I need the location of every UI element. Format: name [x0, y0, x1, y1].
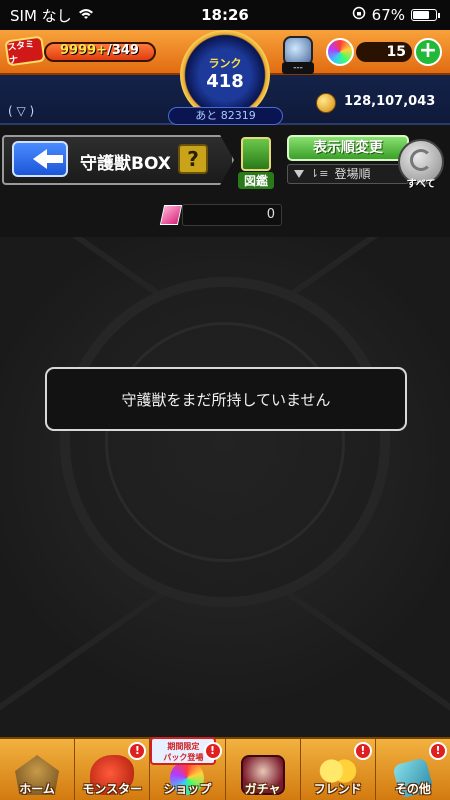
orientation-lock-icon — [352, 6, 366, 24]
status-left: SIM なし — [10, 5, 160, 26]
back-button[interactable] — [12, 141, 68, 177]
stamina-text: 9999+/349 — [60, 43, 139, 58]
stamina-max: /349 — [107, 43, 139, 58]
help-button[interactable]: ? — [178, 144, 208, 174]
top-hud: スタミナ 9999+/349 --- 15 + ランク 418 あと 82319… — [0, 30, 450, 125]
nav-gacha[interactable]: ガチャ — [226, 739, 301, 800]
page-title: 守護獣BOX — [80, 154, 171, 174]
battery-percent: 67% — [371, 6, 405, 24]
nav-shop[interactable]: 期間限定 パック登場 ! ショップ — [150, 737, 226, 800]
empty-message-box: 守護獣をまだ所持していません — [45, 367, 407, 431]
nav-label: ショップ — [163, 782, 212, 796]
status-right: 67% — [290, 6, 440, 24]
hud-dropdown-toggle[interactable]: ( ▽ ) — [8, 104, 34, 118]
other-alert-badge: ! — [429, 742, 448, 760]
show-all-label: すべて — [406, 179, 436, 190]
rank-next-exp: あと 82319 — [168, 107, 283, 125]
orb-count: 15 — [356, 42, 412, 62]
background-emblem-inner — [105, 322, 345, 562]
battery-icon — [411, 9, 437, 21]
sort-current-label: 登場順 — [334, 167, 371, 181]
sort-current[interactable]: ⇂≡ 登場順 — [287, 164, 409, 184]
status-bar: SIM なし 18:26 67% — [0, 0, 450, 30]
orb-icon — [326, 38, 354, 66]
stamina-current: 9999+ — [60, 43, 108, 58]
stamina-icon: スタミナ — [4, 35, 46, 67]
nav-label: その他 — [394, 782, 431, 796]
nav-friend[interactable]: ! フレンド — [301, 739, 376, 800]
owned-count: 0 — [182, 204, 282, 226]
monster-alert-badge: ! — [128, 742, 147, 760]
nav-label: ホーム — [19, 782, 55, 796]
nav-other[interactable]: ! その他 — [376, 739, 450, 800]
count-row: 0 — [0, 197, 450, 237]
filter-icon — [294, 170, 304, 178]
carrier-label: SIM なし — [10, 6, 72, 25]
dex-label: 図鑑 — [238, 172, 274, 189]
item-count: --- — [282, 62, 314, 74]
nav-monster[interactable]: ! モンスター — [75, 739, 151, 800]
main-area: 守護獣をまだ所持していません — [0, 237, 450, 737]
gem-icon — [159, 205, 183, 225]
dex-button[interactable]: 図鑑 — [238, 137, 274, 189]
wifi-icon — [78, 6, 94, 24]
empty-message: 守護獣をまだ所持していません — [121, 390, 331, 409]
friend-alert-badge: ! — [353, 742, 372, 760]
promo-text: 期間限定 パック登場 — [163, 742, 204, 762]
clock: 18:26 — [201, 6, 249, 24]
sort-order-button[interactable]: 表示順変更 — [287, 135, 409, 161]
nav-label: ガチャ — [244, 782, 281, 796]
dex-book-icon — [241, 137, 271, 171]
rank-value: 418 — [206, 70, 244, 92]
sort-icon: ⇂≡ — [310, 167, 329, 180]
nav-label: フレンド — [313, 782, 362, 796]
battery-nub — [438, 12, 440, 18]
refresh-icon — [410, 149, 432, 171]
rank-label: ランク — [208, 56, 242, 70]
title-row: 守護獣BOX ? 図鑑 表示順変更 ⇂≡ 登場順 すべて — [0, 127, 450, 197]
back-arrow-icon — [33, 149, 63, 169]
nav-home[interactable]: ホーム — [0, 739, 76, 800]
coin-icon — [316, 93, 336, 113]
shop-alert-badge: ! — [203, 742, 222, 760]
bottom-nav: ホーム ! モンスター 期間限定 パック登場 ! ショップ ガチャ ! フレンド… — [0, 737, 450, 800]
add-orb-button[interactable]: + — [414, 38, 442, 66]
nav-label: モンスター — [82, 782, 143, 796]
coin-value: 128,107,043 — [344, 94, 436, 109]
